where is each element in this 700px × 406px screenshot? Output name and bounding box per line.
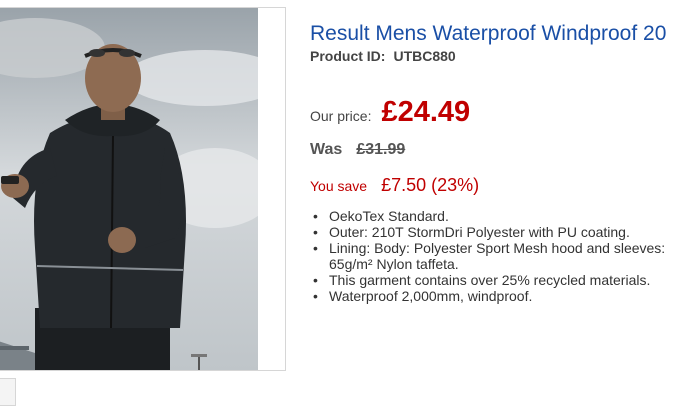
product-id: Product ID: UTBC880 <box>310 48 456 64</box>
our-price: Our price: £24.49 <box>310 96 470 129</box>
our-price-label: Our price: <box>310 108 372 124</box>
bullet-icon: • <box>313 208 318 224</box>
feature-text: OekoTex Standard. <box>329 208 449 224</box>
you-save-value: £7.50 (23%) <box>381 175 480 195</box>
feature-text: Waterproof 2,000mm, windproof. <box>329 288 533 304</box>
bullet-icon: • <box>313 272 318 288</box>
product-id-label: Product ID: <box>310 48 386 64</box>
list-item: • OekoTex Standard. <box>311 208 691 224</box>
bullet-icon: • <box>313 288 318 304</box>
bullet-icon: • <box>313 240 318 256</box>
thumbnail[interactable] <box>0 378 16 406</box>
you-save-label: You save <box>310 178 368 194</box>
product-id-value: UTBC880 <box>393 48 456 64</box>
product-image-frame <box>0 7 286 371</box>
list-item: • Outer: 210T StormDri Polyester with PU … <box>311 224 691 240</box>
feature-text: Outer: 210T StormDri Polyester with PU c… <box>329 224 630 240</box>
list-item: • Lining: Body: Polyester Sport Mesh hood… <box>311 240 691 272</box>
was-price-value: £31.99 <box>356 141 406 158</box>
product-title[interactable]: Result Mens Waterproof Windproof 20 <box>310 22 666 46</box>
feature-list: • OekoTex Standard. • Outer: 210T StormDri… <box>311 208 691 304</box>
list-item: • Waterproof 2,000mm, windproof. <box>311 288 691 304</box>
our-price-value: £24.49 <box>381 96 471 128</box>
feature-text: Lining: Body: Polyester Sport Mesh hood … <box>329 240 666 272</box>
list-item: • This garment contains over 25% recycled… <box>311 272 691 288</box>
was-price: Was £31.99 <box>310 141 405 159</box>
bullet-icon: • <box>313 224 318 240</box>
you-save: You save £7.50 (23%) <box>310 175 479 196</box>
feature-text: This garment contains over 25% recycled … <box>329 272 651 288</box>
was-price-label: Was <box>310 141 343 158</box>
product-photo[interactable] <box>0 8 258 370</box>
